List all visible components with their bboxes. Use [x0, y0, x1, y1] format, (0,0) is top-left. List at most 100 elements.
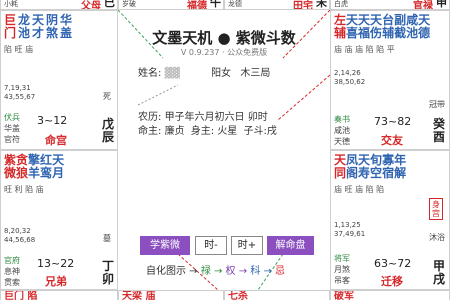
palace-cell-bottom-2[interactable]: 天梁 庙 [118, 290, 224, 300]
master-label: 命主: [138, 126, 162, 137]
star-char: 天 [334, 153, 347, 167]
palace-cell-xiongdi[interactable]: 紫贪擎红天 微狼羊鸾月 旺 利 陷 庙 8,20,32 44,56,68 墓 官… [0, 150, 118, 290]
shensha-label: 白虎 [334, 0, 348, 8]
palace-cell-bottom-1[interactable]: 巨门 陷 [0, 290, 118, 300]
master-value: 廉贞 [164, 126, 185, 137]
brightness-row: 庙 旺 庙 陷 陷 [334, 185, 385, 194]
star-char: 左 [334, 13, 347, 27]
star-char: 咸 [406, 13, 419, 27]
version-label: V 0.9.237 · 公众免费版 [180, 48, 268, 57]
star-char: 空 [370, 166, 383, 180]
shen-label-2: 华盖 [4, 124, 20, 133]
stem-char: 辰 [101, 130, 114, 144]
brightness-row: 旺 利 陷 庙 [4, 185, 44, 194]
star-char: 喜 [346, 26, 359, 40]
stem-char: 酉 [432, 130, 445, 144]
bottom-stars: 七杀 [228, 291, 248, 300]
star-char: 门 [4, 26, 17, 40]
star-char: 红 [40, 153, 53, 167]
lunar-row: 农历: 甲子年六月初六日 卯时 [138, 108, 268, 123]
age-list: 1,13,25 37,49,61 [334, 221, 365, 239]
palace-name-jiaoyou: 交友 [381, 134, 403, 147]
star-char: 鸾 [40, 166, 53, 180]
star-char: 池 [18, 26, 31, 40]
shen-label-3: 吊客 [334, 276, 350, 285]
age-line: 7,19,31 [4, 84, 31, 92]
star-char: 盖 [60, 26, 73, 40]
palace-cell-tianzhai[interactable]: 龙德 田宅 未 [224, 0, 330, 10]
palace-cell-fumu[interactable]: 小耗 父母 巳 [0, 0, 118, 10]
palace-name-qianyi: 迁移 [381, 275, 403, 288]
age-line: 38,50,62 [334, 78, 366, 86]
star-char: 阁 [346, 166, 359, 180]
name-row: 姓名: ▓▓ 阳女 木三局 [138, 64, 270, 79]
stem-char: 戌 [432, 272, 445, 286]
age-line: 8,20,32 [4, 227, 31, 235]
palace-name-tianzhai: 田宅 [293, 1, 313, 10]
shen-label-3: 天德 [334, 137, 350, 146]
star-char: 月 [52, 166, 65, 180]
star-grid: 紫贪擎红天 微狼羊鸾月 [4, 154, 64, 180]
star-row-2: 微狼羊鸾月 [4, 167, 64, 180]
palace-cell-guanlu-top[interactable]: 白虎 官禄 申 [330, 0, 450, 10]
star-char: 同 [334, 166, 347, 180]
bottom-stars: 天梁 庙 [122, 291, 156, 300]
legend-arrow: → [238, 266, 251, 277]
palace-cell-bottom-4[interactable]: 破军 [330, 290, 450, 300]
stem-branch: 丁 卯 [102, 260, 114, 286]
hour-plus-button[interactable]: 时+ [231, 236, 263, 255]
hour-minus-button[interactable]: 时- [195, 236, 227, 255]
star-char: 辅 [382, 26, 395, 40]
star-char: 旬 [370, 153, 383, 167]
line-guide [277, 74, 330, 121]
shensha-label: 小耗 [4, 0, 18, 8]
body-label: 身主: [190, 126, 215, 137]
star-char: 池 [406, 26, 419, 40]
shen-gong-badge: 身宫 [429, 198, 443, 220]
star-char: 狼 [16, 166, 29, 180]
star-column-longchi: 龙 池 [18, 14, 30, 40]
palace-cell-jiaoyou[interactable]: 左天天天台副咸天 辅喜福伤辅截池德 庙 庙 庙 陷 陷 平 2,14,26 38… [330, 10, 450, 150]
palace-cell-ming[interactable]: 巨 门 龙 池 天 才 阴 煞 华 盖 陷 旺 庙 7,19,31 43,55,… [0, 10, 118, 150]
star-char: 解 [394, 166, 407, 180]
star-row-2: 同阁寿空宿解 [334, 167, 406, 180]
star-char: 辅 [334, 26, 347, 40]
star-char: 年 [394, 153, 407, 167]
app-title: 文墨天机 ● 紫微斗数 [152, 29, 296, 47]
age-line: 37,49,61 [334, 230, 366, 238]
shen-label-2: 咸池 [334, 126, 350, 135]
stem-label: 巳 [104, 0, 115, 9]
age-line: 1,13,25 [334, 221, 361, 229]
self-transform-legend: 自化图示 → 禄 → 权 → 科 → 忌 [146, 262, 285, 277]
gender-label: 阳女 [211, 68, 232, 79]
shen-label-1: 官府 [4, 256, 20, 265]
star-char: 台 [382, 13, 395, 27]
legend-quan: 权 [225, 266, 236, 277]
star-char: 福 [358, 26, 371, 40]
star-char: 伤 [370, 26, 383, 40]
interpret-chart-button[interactable]: 解命盘 [267, 236, 314, 255]
learn-ziwei-button[interactable]: 学紫微 [140, 236, 190, 255]
star-char: 煞 [46, 26, 59, 40]
name-label: 姓名: [138, 68, 162, 79]
star-char: 寡 [382, 153, 395, 167]
bottom-stars: 巨门 陷 [4, 291, 38, 300]
palace-cell-qianyi[interactable]: 天凤天旬寡年 同阁寿空宿解 庙 旺 庙 陷 陷 身宫 1,13,25 37,49… [330, 150, 450, 290]
legend-arrow: → [263, 266, 275, 277]
legend-ji: 忌 [275, 266, 285, 277]
age-list: 7,19,31 43,55,67 [4, 84, 35, 102]
star-char: 紫 [4, 153, 17, 167]
star-char: 擎 [28, 153, 41, 167]
star-column-tiancai: 天 才 [32, 14, 44, 40]
daxian-range: 3~12 [37, 114, 68, 127]
palace-name-xiongdi: 兄弟 [45, 275, 67, 288]
legend-label: 自化图示 → [146, 266, 198, 277]
doushu-value: 子斗:戌 [243, 126, 277, 137]
age-list: 8,20,32 44,56,68 [4, 227, 35, 245]
daxian-range: 63~72 [374, 257, 412, 270]
palace-cell-fude[interactable]: 岁破 福德 午 [118, 0, 224, 10]
star-char: 德 [418, 26, 431, 40]
age-line: 44,56,68 [4, 236, 36, 244]
center-panel: 文墨天机 ● 紫微斗数 V 0.9.237 · 公众免费版 姓名: ▓▓ 阳女 … [118, 10, 330, 290]
palace-cell-bottom-3[interactable]: 七杀 [224, 290, 330, 300]
